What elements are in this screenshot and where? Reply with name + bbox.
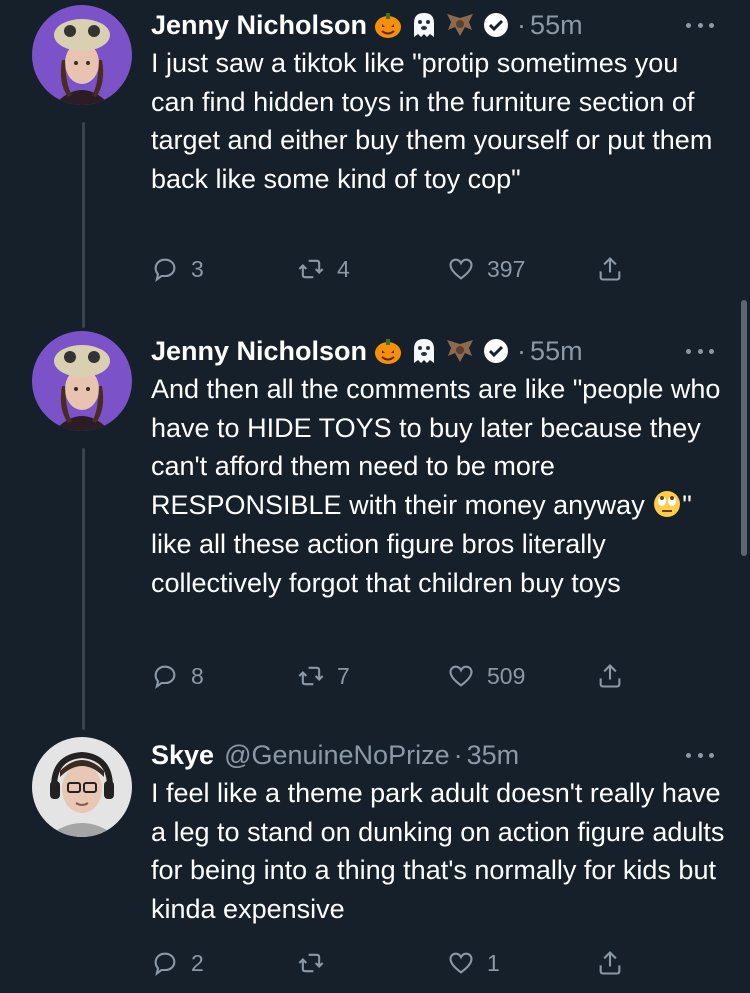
timestamp[interactable]: 55m <box>530 336 583 367</box>
verified-badge-icon <box>484 339 509 363</box>
scrollbar[interactable] <box>741 300 747 556</box>
tweet-text: I feel like a theme park adult doesn't r… <box>151 778 732 925</box>
heart-icon <box>449 952 473 974</box>
display-name[interactable]: Jenny Nicholson <box>151 10 367 41</box>
timestamp[interactable]: 55m <box>530 10 583 41</box>
retweet-button[interactable]: 7 <box>297 656 350 696</box>
more-options-icon[interactable] <box>686 741 714 769</box>
avatar[interactable] <box>32 737 132 837</box>
like-count: 1 <box>487 949 500 976</box>
share-icon <box>599 257 621 281</box>
tweet-header: Jenny Nicholson · 55m <box>151 331 583 371</box>
reply-button[interactable]: 2 <box>151 943 204 983</box>
separator: · <box>453 739 463 770</box>
pumpkin-icon <box>375 339 402 364</box>
retweet-count: 7 <box>337 662 350 689</box>
reply-icon <box>154 258 176 283</box>
share-icon <box>599 664 621 688</box>
reply-icon <box>154 665 176 690</box>
tweet-header: Skye @GenuineNoPrize · 35m <box>151 735 519 775</box>
timestamp[interactable]: 35m <box>467 740 520 771</box>
thread-line <box>82 122 85 328</box>
bat-icon <box>447 340 474 362</box>
like-button[interactable]: 1 <box>447 943 500 983</box>
tweet-header: Jenny Nicholson · 55m <box>151 5 583 45</box>
pumpkin-icon <box>375 13 402 38</box>
reply-count: 2 <box>191 949 204 976</box>
tweet-actions: 3 4 397 <box>151 249 631 289</box>
username[interactable]: @GenuineNoPrize <box>224 740 450 771</box>
more-options-icon[interactable] <box>686 337 714 365</box>
reply-count: 8 <box>191 662 204 689</box>
ghost-icon <box>414 339 435 363</box>
like-button[interactable]: 397 <box>447 249 525 289</box>
avatar[interactable] <box>32 331 132 431</box>
retweet-icon <box>298 259 324 279</box>
avatar[interactable] <box>32 5 132 105</box>
retweet-icon <box>298 666 324 686</box>
bat-icon <box>447 14 474 36</box>
verified-badge-icon <box>484 13 509 37</box>
retweet-button[interactable]: 4 <box>297 249 350 289</box>
share-icon <box>599 951 621 975</box>
reply-button[interactable]: 3 <box>151 249 204 289</box>
retweet-button[interactable] <box>297 943 337 983</box>
thread-line <box>82 448 85 730</box>
reply-button[interactable]: 8 <box>151 656 204 696</box>
heart-icon <box>449 258 473 280</box>
tweet-text: And then all the comments are like "peop… <box>151 370 726 602</box>
share-button[interactable] <box>596 249 636 289</box>
like-button[interactable]: 509 <box>447 656 525 696</box>
like-count: 509 <box>487 662 526 689</box>
tweet-text: I just saw a tiktok like "protip sometim… <box>151 48 720 195</box>
display-name[interactable]: Jenny Nicholson <box>151 336 367 367</box>
display-name[interactable]: Skye <box>151 740 214 771</box>
separator: · <box>517 335 527 366</box>
tweet-actions: 8 7 509 <box>151 656 631 696</box>
share-button[interactable] <box>596 656 636 696</box>
tweet-text-part: And then all the comments are like "peop… <box>151 374 728 521</box>
reply-icon <box>154 952 176 977</box>
ghost-icon <box>414 13 435 37</box>
reply-count: 3 <box>191 255 204 282</box>
like-count: 397 <box>487 255 526 282</box>
retweet-count: 4 <box>337 255 350 282</box>
eye-roll-emoji-icon <box>654 491 681 518</box>
separator: · <box>517 9 527 40</box>
tweet-actions: 2 1 <box>151 943 631 983</box>
retweet-icon <box>298 953 324 973</box>
more-options-icon[interactable] <box>686 11 714 39</box>
heart-icon <box>449 665 473 687</box>
share-button[interactable] <box>596 943 636 983</box>
